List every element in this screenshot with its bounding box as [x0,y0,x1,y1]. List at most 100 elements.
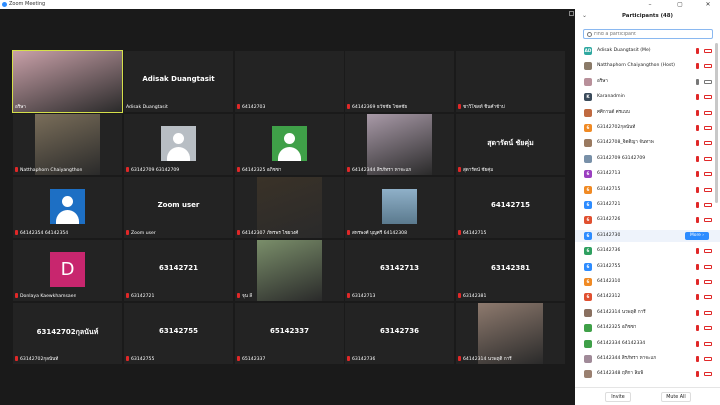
participant-row[interactable]: 64142334 64142334 [575,338,720,350]
participant-row[interactable]: 6 63142755 [575,261,720,273]
camera-off-icon [704,203,712,207]
tile-caption: 65142337 [237,356,265,363]
participant-list[interactable]: AD Adisak Duangtasit (Me) Natthaphorn Chai… [575,43,720,387]
mic-muted-icon [237,230,240,235]
mute-all-button[interactable]: Mute All [661,392,691,402]
participant-more-button[interactable]: More › [685,231,709,240]
participant-search-input[interactable] [594,30,709,38]
participant-row[interactable]: 6 64142312 [575,291,720,303]
participant-row[interactable]: อริษา [575,76,720,88]
participant-row[interactable]: 63142709 63142709 [575,153,720,165]
participant-row[interactable]: 6 63142721 [575,199,720,211]
tile-caption-text: 64142715 [463,231,487,236]
close-button[interactable]: ✕ [698,0,718,9]
participant-display-name: 65142337 [270,327,309,335]
video-tile[interactable]: สุดารัตน์ ชัยคุ่ม สุดารัตน์ ชัยคุ่ม [456,114,565,175]
maximize-button[interactable]: ▢ [670,0,690,9]
video-tile[interactable]: 63142736 63142736 [345,303,454,364]
participant-row[interactable]: 6 63142736 [575,245,720,257]
participant-avatar: 6 [584,170,592,179]
video-tile[interactable]: 63142381 63142381 [456,240,565,301]
video-tile[interactable]: 63142755 63142755 [124,303,233,364]
participant-name: Karanadmin [597,94,625,100]
participant-row[interactable]: 64142314 นวพฤติ การี [575,307,720,319]
tile-caption-text: Donlaya Kaewkhamsaen [20,294,77,299]
tile-caption: 64142314 นวพฤติ การี [458,356,512,363]
user-avatar-icon [50,189,85,224]
video-tile[interactable]: จุน ลี [235,240,344,301]
participant-list-scrollbar[interactable] [715,43,718,203]
video-tile[interactable]: 64142715 64142715 [456,177,565,238]
mic-muted-icon [696,248,699,255]
video-tile[interactable]: 63142713 63142713 [345,240,454,301]
video-tile[interactable]: Zoom user Zoom user [124,177,233,238]
participant-avatar [584,139,592,148]
participant-row[interactable]: 6 63142726 [575,214,720,226]
participant-name: 63142709 63142709 [597,155,646,161]
tile-caption-text: 64142344 สิรภัทรา หาจะแก [352,168,412,173]
tile-caption-text: 63142713 [352,294,376,299]
video-tile[interactable]: สหรพงศ์ บุญศรี 64142308 [345,177,454,238]
participant-row[interactable]: 64142348 ฤทิกา ลิมพิ [575,368,720,380]
participant-name: อริษา [597,78,608,84]
video-tile[interactable]: Natthaphorn Chaiyangthon [13,114,122,175]
participant-avatar: 6 [584,262,592,271]
participant-row[interactable]: K Karanadmin [575,91,720,103]
mic-muted-icon [237,167,240,172]
video-tile[interactable]: 64142369 ธวัชชัย โชคชัย [345,51,454,112]
video-tile[interactable]: Adisak Duangtasit Adisak Duangtasit [124,51,233,112]
video-tile[interactable]: 64142354 64142354 [13,177,122,238]
tile-caption-text: 63142702กุลนันท์ [20,357,59,362]
camera-off-icon [704,110,712,115]
mic-muted-icon [237,104,240,109]
participants-panel: ⌄ Participants (48) AD Adisak Duangtasit … [575,9,720,405]
participant-row[interactable]: 6 63142715 [575,184,720,196]
tile-caption: 64142307 ภัทรพร ไชยวงศ์ [237,230,298,237]
participant-row[interactable]: 6 63142713 [575,168,720,180]
participant-display-name: 63142721 [159,264,198,272]
participant-avatar: 6 [584,278,592,286]
participant-avatar: 6 [584,201,592,209]
tile-caption-text: Zoom user [131,231,156,236]
tile-caption-text: จุน ลี [242,294,253,299]
participant-row[interactable]: AD Adisak Duangtasit (Me) [575,45,720,57]
tile-caption-text: อริษา [15,105,26,110]
exit-fullscreen-icon[interactable] [569,11,574,16]
mic-muted-icon [696,294,699,301]
tile-caption-text: สหรพงศ์ บุญศรี 64142308 [352,231,408,236]
tile-caption: อริษา [15,104,26,111]
video-tile[interactable]: 64142314 นวพฤติ การี [456,303,565,364]
participant-name: 63142721 [597,202,621,207]
video-tile[interactable]: ชาวิโซลท์ ชิ้นคำข้าป [456,51,565,112]
video-tile[interactable]: 63142702กุลนันท์ 63142702กุลนันท์ [13,303,122,364]
participant-row[interactable]: 6 64142310 [575,276,720,288]
participant-row[interactable]: 64142344 สิรภัทรา หาจะแก [575,353,720,365]
participant-row[interactable]: ศศิกานต์ ศรแบบ [575,107,720,119]
video-tile[interactable]: 64142703 [235,51,344,112]
search-icon [587,32,592,37]
invite-button[interactable]: Invite [605,392,631,402]
minimize-button[interactable]: – [640,0,660,9]
participant-row[interactable]: 64142325 อภิชชา [575,322,720,334]
participant-search-box[interactable] [583,29,713,39]
participant-video [13,51,122,112]
participant-row[interactable]: 63142708_จิตติญา จันทาพ [575,137,720,149]
participant-avatar: 6 [584,216,592,225]
video-tile[interactable]: 63142709 63142709 [124,114,233,175]
video-tile[interactable]: อริษา [12,50,123,113]
video-tile[interactable]: 64142344 สิรภัทรา หาจะแก [345,114,454,175]
video-tile[interactable]: D Donlaya Kaewkhamsaen [13,240,122,301]
mic-muted-icon [458,293,461,298]
video-tile[interactable]: 65142337 65142337 [235,303,344,364]
participant-avatar [584,339,592,348]
participant-display-name: สุดารัตน์ ชัยคุ่ม [487,139,534,147]
video-tile[interactable]: 64142325 อภิชชา [235,114,344,175]
participant-name: ศศิกานต์ ศรแบบ [597,109,630,115]
participant-row[interactable]: Natthaphorn Chaiyangthon (Host) [575,60,720,72]
video-tile[interactable]: 64142307 ภัทรพร ไชยวงศ์ [235,177,344,238]
participant-row[interactable]: 6 63142702กุลนันท์ [575,122,720,134]
tile-caption-text: 65142337 [242,357,266,362]
video-tile[interactable]: 63142721 63142721 [124,240,233,301]
camera-off-icon [704,249,712,254]
participant-row[interactable]: 6 63142730 More › [575,229,720,242]
